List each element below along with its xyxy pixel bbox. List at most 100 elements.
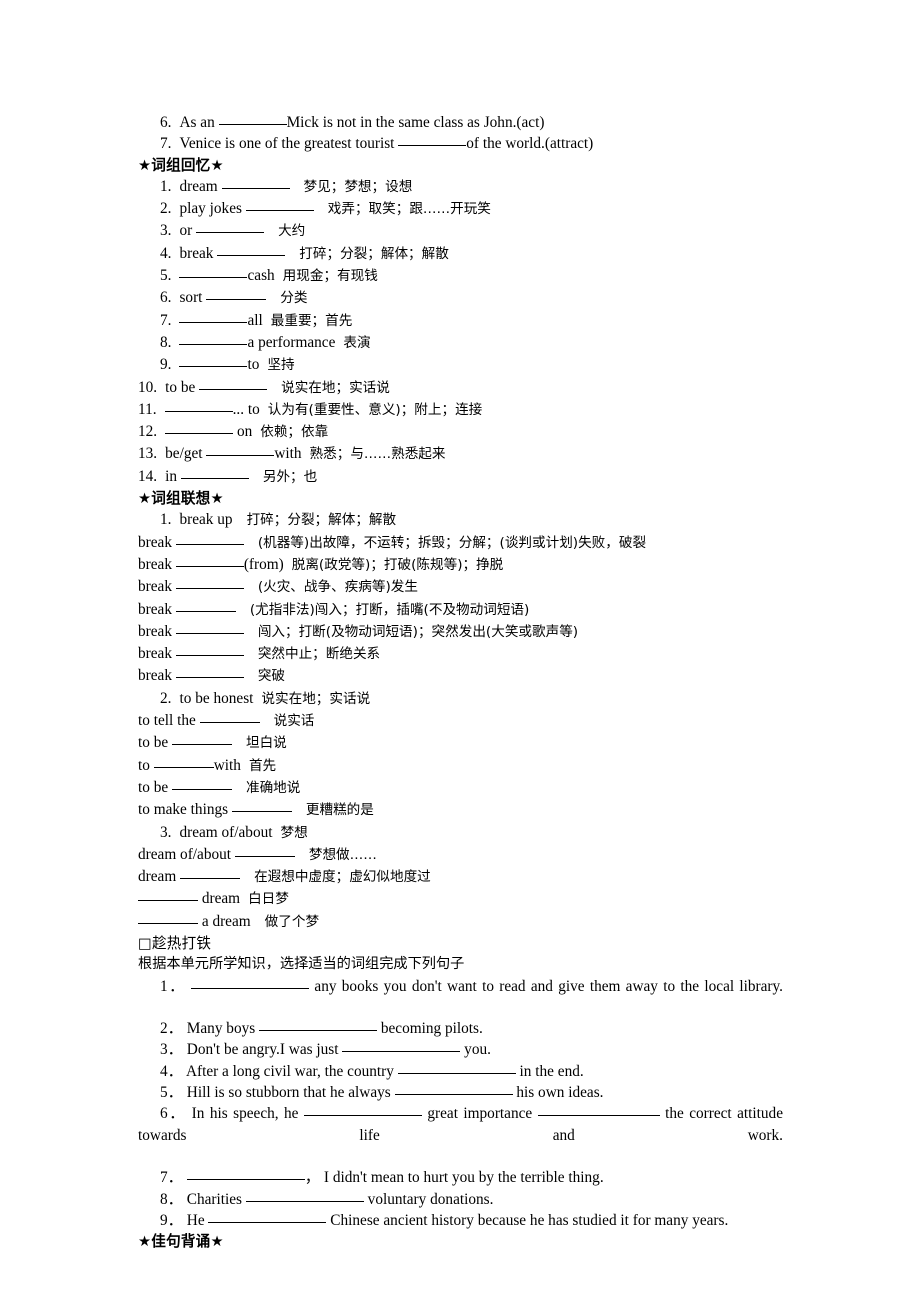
fill-in-blank[interactable] bbox=[259, 1019, 378, 1032]
fill-in-blank[interactable] bbox=[397, 1062, 516, 1074]
line-gloss: 准确地说 bbox=[246, 779, 301, 796]
fill-in-blank[interactable] bbox=[231, 800, 292, 813]
fill-in-blank[interactable] bbox=[342, 1040, 461, 1053]
item-gloss: 说实在地；实话说 bbox=[281, 379, 390, 396]
item-gloss: 最重要；首先 bbox=[270, 312, 353, 329]
fill-in-blank[interactable] bbox=[175, 555, 244, 567]
line-gloss: 首先 bbox=[248, 757, 277, 774]
fill-in-blank[interactable] bbox=[245, 199, 314, 212]
group-gloss: 梦想 bbox=[280, 824, 308, 841]
association-line: a dream 做了个梦 bbox=[138, 911, 783, 933]
fill-in-blank[interactable] bbox=[165, 422, 234, 435]
phrase-recall-item: 9. to 坚持 bbox=[138, 354, 783, 376]
phrase-recall-item: 12. on 依赖；依靠 bbox=[138, 421, 783, 443]
item-number: 10. bbox=[138, 378, 158, 396]
fill-in-blank[interactable] bbox=[398, 134, 467, 147]
sentence-text-tail: Chinese ancient history because he has s… bbox=[326, 1211, 729, 1229]
section-heading-phrase-association: ★词组联想★ bbox=[138, 490, 224, 508]
fill-in-blank[interactable] bbox=[175, 577, 244, 590]
item-stem: be/get bbox=[165, 445, 203, 463]
fill-in-blank[interactable] bbox=[303, 1104, 422, 1117]
item-number: 9. bbox=[160, 356, 172, 374]
fill-in-blank[interactable] bbox=[175, 600, 236, 612]
sentence-text: ， I didn't mean to hurt you by the terri… bbox=[304, 1169, 604, 1187]
fill-in-blank[interactable] bbox=[179, 333, 248, 345]
sentence-number: 1． bbox=[160, 977, 186, 995]
fill-in-blank[interactable] bbox=[537, 1104, 660, 1117]
item-gloss: 大约 bbox=[278, 223, 306, 240]
fill-in-blank[interactable] bbox=[172, 733, 232, 746]
fill-in-blank[interactable] bbox=[186, 1168, 305, 1181]
exercise-sentence: 7． ， I didn't mean to hurt you by the te… bbox=[138, 1167, 783, 1188]
fill-in-blank[interactable] bbox=[206, 444, 275, 457]
fill-in-blank[interactable] bbox=[179, 311, 248, 323]
fill-in-blank[interactable] bbox=[217, 244, 286, 256]
fill-in-blank[interactable] bbox=[179, 355, 248, 368]
sentence-text-tail: you. bbox=[460, 1041, 491, 1059]
line-gloss: 突破 bbox=[257, 668, 285, 685]
item-gloss: 另外；也 bbox=[262, 468, 318, 485]
line-gloss: 坦白说 bbox=[246, 735, 287, 752]
item-tail: on bbox=[236, 423, 253, 441]
phrase-recall-item: 5. cash 用现金；有现钱 bbox=[138, 265, 783, 287]
phrase-recall-item: 2. play jokes 戏弄；取笑；跟……开玩笑 bbox=[138, 198, 783, 220]
fill-in-blank[interactable] bbox=[208, 1211, 327, 1223]
item-number: 13. bbox=[138, 445, 158, 463]
association-line: dream of/about 梦想做…… bbox=[138, 844, 783, 866]
exercise-sentence: 8． Charities voluntary donations. bbox=[138, 1189, 783, 1210]
fill-in-blank[interactable] bbox=[218, 113, 287, 125]
sentence-number: 2． bbox=[160, 1020, 183, 1038]
section-heading-strike-while-hot: □趁热打铁 bbox=[138, 934, 212, 952]
item-gloss: 坚持 bbox=[267, 357, 295, 374]
exercise-sentence: 3． Don't be angry.I was just you. bbox=[138, 1039, 783, 1060]
fill-in-blank[interactable] bbox=[172, 778, 232, 790]
line-gloss: 做了个梦 bbox=[264, 913, 320, 930]
fill-in-blank[interactable] bbox=[175, 533, 244, 545]
fill-in-blank[interactable] bbox=[153, 756, 214, 768]
fill-in-blank[interactable] bbox=[180, 867, 241, 880]
fill-in-blank[interactable] bbox=[138, 912, 198, 924]
line-tail: a dream bbox=[201, 912, 251, 930]
item-tail: to bbox=[247, 356, 260, 374]
association-line: break 闯入；打断(及物动词短语)；突然发出(大笑或歌声等) bbox=[138, 621, 783, 643]
line-stem: to make things bbox=[138, 801, 229, 819]
sentence-text: any books you don't want to read and giv… bbox=[309, 977, 783, 995]
sentence-text: Charities bbox=[186, 1190, 246, 1208]
fill-in-blank[interactable] bbox=[245, 1190, 364, 1202]
line-gloss: 梦想做…… bbox=[308, 846, 377, 863]
item-stem: to be bbox=[165, 378, 196, 396]
association-line: break (from) 脱离(政党等)；打破(陈规等)；挣脱 bbox=[138, 554, 783, 576]
line-stem: break bbox=[138, 578, 172, 596]
fill-in-blank[interactable] bbox=[191, 977, 310, 989]
fill-in-blank[interactable] bbox=[221, 177, 290, 189]
line-stem: to bbox=[138, 756, 150, 774]
item-text-after: of the world.(attract) bbox=[466, 135, 594, 153]
line-gloss: 在遐想中虚度；虚幻似地度过 bbox=[254, 869, 431, 886]
line-tail: (from) bbox=[243, 555, 284, 573]
item-gloss: 分类 bbox=[280, 290, 308, 307]
fill-in-blank[interactable] bbox=[180, 467, 249, 479]
fill-in-blank[interactable] bbox=[175, 644, 244, 657]
fill-in-blank[interactable] bbox=[199, 711, 260, 724]
fill-in-blank[interactable] bbox=[199, 378, 268, 390]
section-heading-sentence-recitation: ★佳句背诵★ bbox=[138, 1233, 224, 1251]
association-headword-line: 3. dream of/about 梦想 bbox=[138, 822, 783, 844]
item-number: 8. bbox=[160, 333, 172, 351]
fill-in-blank[interactable] bbox=[179, 266, 248, 279]
phrase-recall-item: 1. dream 梦见；梦想；设想 bbox=[138, 176, 783, 198]
association-line: break (机器等)出故障，不运转；拆毁；分解；(谈判或计划)失败，破裂 bbox=[138, 532, 783, 554]
fill-in-blank[interactable] bbox=[394, 1083, 513, 1096]
fill-in-blank[interactable] bbox=[206, 288, 267, 301]
sentence-number: 5． bbox=[160, 1084, 183, 1102]
fill-in-blank[interactable] bbox=[138, 889, 198, 902]
fill-in-blank[interactable] bbox=[234, 845, 295, 857]
fill-in-blank[interactable] bbox=[164, 400, 233, 412]
fill-in-blank[interactable] bbox=[196, 221, 265, 234]
fill-in-blank[interactable] bbox=[175, 622, 244, 634]
sentence-number: 9． bbox=[160, 1211, 183, 1229]
item-text-before: As an bbox=[179, 114, 215, 131]
fill-in-blank[interactable] bbox=[175, 666, 244, 679]
item-stem: sort bbox=[179, 289, 203, 307]
line-stem: to be bbox=[138, 734, 169, 752]
association-line: break 突破 bbox=[138, 665, 783, 687]
